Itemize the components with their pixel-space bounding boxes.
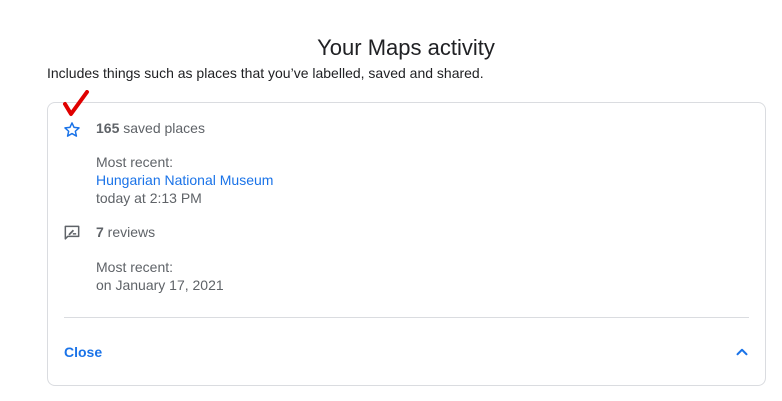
reviews-count: 7 reviews (96, 224, 155, 240)
page-subtitle: Includes things such as places that you’… (47, 65, 484, 81)
saved-recent-time: today at 2:13 PM (96, 190, 202, 206)
close-button[interactable]: Close (64, 344, 102, 360)
saved-places-suffix: saved places (119, 120, 205, 136)
page-title: Your Maps activity (317, 35, 495, 60)
rate-review-icon (64, 225, 80, 240)
saved-recent-label: Most recent: (96, 154, 174, 170)
reviews-detail: Most recent: on January 17, 2021 (96, 258, 224, 294)
reviews-recent-time: on January 17, 2021 (96, 277, 224, 293)
saved-places-count: 165 saved places (96, 120, 205, 136)
star-outline-icon (64, 122, 80, 137)
card-divider (64, 317, 749, 318)
red-checkmark (63, 90, 89, 116)
reviews-recent-label: Most recent: (96, 259, 174, 275)
saved-places-number: 165 (96, 120, 120, 136)
reviews-number: 7 (96, 224, 104, 240)
reviews-suffix: reviews (103, 224, 156, 240)
chevron-up-icon[interactable] (733, 343, 751, 361)
saved-recent-place-link[interactable]: Hungarian National Museum (96, 171, 273, 189)
activity-card: 165 saved places Most recent: Hungarian … (47, 102, 766, 386)
saved-places-detail: Most recent: Hungarian National Museum t… (96, 153, 273, 207)
